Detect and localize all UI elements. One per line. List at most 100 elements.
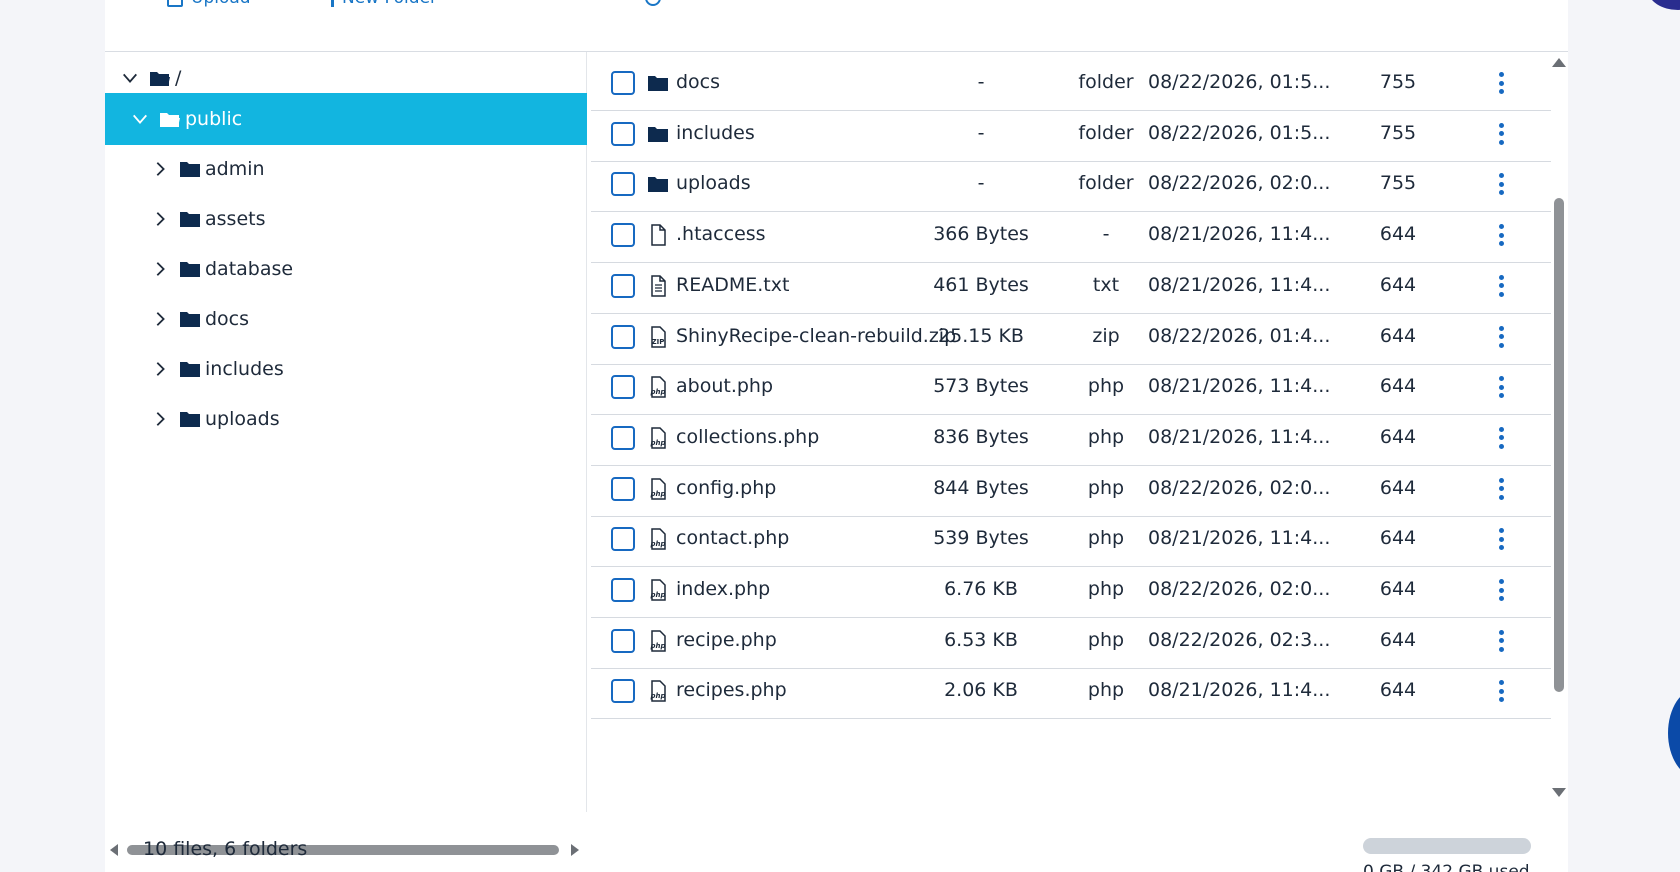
file-row[interactable]: README.txt 461 Bytes txt 08/21/2026, 11:4..…	[591, 260, 1551, 314]
more-options-icon[interactable]	[1494, 628, 1508, 654]
svg-text:php: php	[649, 490, 665, 498]
file-size: 461 Bytes	[933, 273, 1029, 296]
file-name[interactable]: collections.php	[676, 426, 819, 448]
tree-node-admin[interactable]: admin	[105, 143, 587, 195]
chevron-right-icon[interactable]	[149, 408, 171, 430]
tree-node-assets[interactable]: assets	[105, 193, 587, 245]
more-options-icon[interactable]	[1494, 425, 1508, 451]
file-name[interactable]: .htaccess	[676, 223, 766, 245]
file-row[interactable]: php collections.php 836 Bytes php 08/21/2026…	[591, 412, 1551, 466]
row-checkbox[interactable]	[611, 375, 635, 400]
new-folder-button[interactable]: New Folder	[331, 0, 437, 10]
chevron-down-icon[interactable]	[129, 108, 151, 130]
tree-node-public[interactable]: public	[105, 93, 587, 145]
scroll-down-icon[interactable]	[1552, 788, 1566, 797]
row-checkbox[interactable]	[611, 679, 635, 704]
row-checkbox[interactable]	[611, 628, 635, 653]
more-options-icon[interactable]	[1494, 70, 1508, 96]
help-button[interactable]	[1668, 688, 1680, 778]
file-name[interactable]: recipe.php	[676, 629, 777, 651]
chevron-right-icon[interactable]	[149, 158, 171, 180]
chevron-right-icon[interactable]	[149, 358, 171, 380]
tree-label: docs	[205, 308, 250, 330]
svg-text:php: php	[649, 591, 665, 599]
file-type: folder	[1078, 172, 1134, 195]
row-checkbox[interactable]	[611, 578, 635, 602]
file-row[interactable]: php config.php 844 Bytes php 08/22/2026, 02:…	[591, 463, 1551, 517]
row-checkbox[interactable]	[611, 71, 635, 95]
scroll-up-icon[interactable]	[1552, 58, 1566, 67]
chevron-down-icon[interactable]	[119, 67, 141, 89]
file-row[interactable]: uploads - folder 08/22/2026, 02:0... 755	[591, 158, 1551, 213]
file-name[interactable]: contact.php	[676, 527, 789, 549]
file-name[interactable]: recipes.php	[676, 679, 787, 701]
more-options-icon[interactable]	[1494, 374, 1508, 400]
file-row[interactable]: php contact.php 539 Bytes php 08/21/2026, 11…	[591, 513, 1551, 568]
upload-button[interactable]: Upload	[167, 0, 251, 10]
file-name[interactable]: includes	[676, 122, 755, 144]
file-row[interactable]: php about.php 573 Bytes php 08/21/2026, 11:4…	[591, 361, 1551, 416]
row-checkbox[interactable]	[611, 172, 635, 197]
more-options-icon[interactable]	[1494, 678, 1508, 704]
chevron-right-icon[interactable]	[149, 208, 171, 230]
file-name[interactable]: index.php	[676, 578, 770, 600]
file-modified: 08/21/2026, 11:4...	[1148, 375, 1331, 398]
row-checkbox[interactable]	[611, 425, 635, 450]
row-checkbox[interactable]	[611, 324, 635, 349]
more-options-icon[interactable]	[1494, 171, 1508, 197]
storage-usage-text: 0 GB / 342 GB used	[1363, 862, 1530, 872]
file-name[interactable]: docs	[676, 71, 720, 93]
file-permissions: 755	[1379, 121, 1417, 144]
corner-button[interactable]	[1648, 0, 1680, 10]
file-permissions: 644	[1379, 578, 1417, 600]
more-options-icon[interactable]	[1494, 222, 1508, 248]
row-checkbox[interactable]	[611, 527, 635, 552]
scroll-left-icon[interactable]	[110, 844, 118, 856]
more-options-icon[interactable]	[1494, 526, 1508, 552]
scroll-right-icon[interactable]	[571, 844, 579, 856]
more-options-icon[interactable]	[1494, 121, 1508, 147]
folder-open-icon	[150, 72, 170, 86]
file-type: folder	[1078, 121, 1134, 144]
file-name[interactable]: config.php	[676, 477, 776, 499]
file-row[interactable]: php recipe.php 6.53 KB php 08/22/2026, 02:3.…	[591, 615, 1551, 669]
more-options-icon[interactable]	[1494, 577, 1508, 603]
file-permissions: 755	[1379, 71, 1417, 93]
file-list: docs - folder 08/22/2026, 01:5... 755 include…	[588, 52, 1568, 812]
row-checkbox[interactable]	[611, 223, 635, 248]
tree-label: /	[175, 67, 182, 89]
more-options-icon[interactable]	[1494, 273, 1508, 299]
scrollbar-thumb[interactable]	[1554, 198, 1564, 692]
zip-file-icon: ZIP	[647, 325, 669, 348]
php-file-icon: php	[647, 528, 669, 551]
file-row[interactable]: php index.php 6.76 KB php 08/22/2026, 02:0..…	[591, 564, 1551, 618]
tree-node-includes[interactable]: includes	[105, 343, 587, 395]
file-row[interactable]: docs - folder 08/22/2026, 01:5... 755	[591, 57, 1551, 111]
search-button[interactable]	[645, 0, 661, 10]
chevron-right-icon[interactable]	[149, 258, 171, 280]
tree-node-uploads[interactable]: uploads	[105, 393, 587, 445]
php-file-icon: php	[647, 579, 669, 601]
row-checkbox[interactable]	[611, 273, 635, 298]
php-file-icon: php	[647, 376, 669, 398]
file-name[interactable]: uploads	[676, 172, 751, 194]
storage-usage-bar	[1363, 838, 1531, 854]
tree-node-docs[interactable]: docs	[105, 293, 587, 345]
more-options-icon[interactable]	[1494, 324, 1508, 350]
file-list-vertical-scrollbar[interactable]	[1548, 52, 1568, 812]
chevron-right-icon[interactable]	[149, 308, 171, 330]
file-type: php	[1087, 628, 1125, 651]
file-name[interactable]: README.txt	[676, 274, 789, 296]
file-row[interactable]: .htaccess 366 Bytes - 08/21/2026, 11:4... 64…	[591, 209, 1551, 264]
more-options-icon[interactable]	[1494, 476, 1508, 502]
file-row[interactable]: ZIP ShinyRecipe-clean-rebuild.zip 25.15 KB…	[591, 311, 1551, 365]
row-checkbox[interactable]	[611, 121, 635, 146]
file-modified: 08/21/2026, 11:4...	[1148, 425, 1331, 448]
row-checkbox[interactable]	[611, 476, 635, 501]
file-row[interactable]: includes - folder 08/22/2026, 01:5... 755	[591, 108, 1551, 162]
file-name[interactable]: about.php	[676, 375, 773, 397]
file-row[interactable]: php recipes.php 2.06 KB php 08/21/2026, 11:4…	[591, 665, 1551, 720]
tree-node-database[interactable]: database	[105, 243, 587, 295]
file-modified: 08/21/2026, 11:4...	[1148, 679, 1331, 702]
file-modified: 08/22/2026, 01:5...	[1148, 71, 1331, 93]
